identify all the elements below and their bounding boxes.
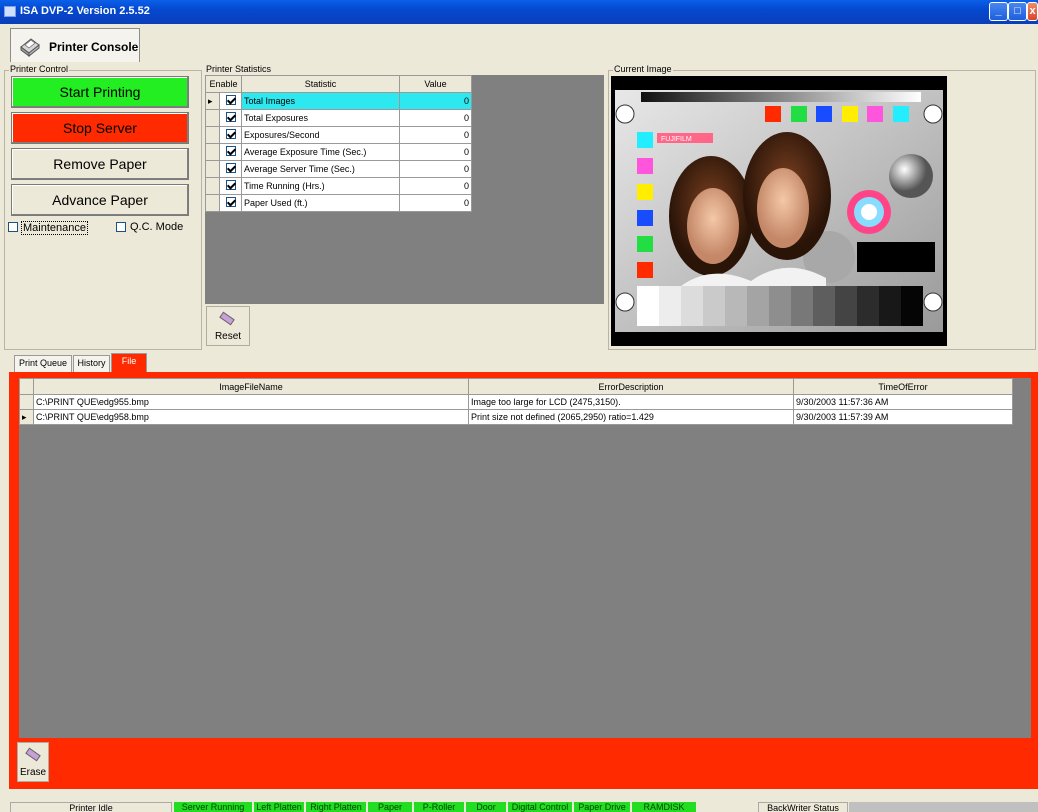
eraser-icon [219,311,235,326]
printer-statistics-title: Printer Statistics [205,64,273,75]
erase-label: Erase [19,767,47,778]
file-errors-grid: ImageFileName ErrorDescription TimeOfErr… [19,378,1031,738]
qc-mode-checkbox[interactable] [116,222,126,232]
row-selector-icon: ▸ [205,92,220,110]
enable-checkbox[interactable] [219,177,242,195]
statistic-header: Statistic [241,75,400,93]
statistic-name: Exposures/Second [241,126,400,144]
minimize-button[interactable]: _ [989,2,1008,21]
statistic-name: Total Images [241,92,400,110]
table-row[interactable]: ▸ C:\PRINT QUE\edg958.bmp Print size not… [19,409,1013,425]
printer-control-group: Printer Control Start Printing Stop Serv… [4,64,202,350]
tab-history[interactable]: History [73,355,110,372]
title-bar: ISA DVP-2 Version 2.5.52 _ □ x [0,0,1038,24]
error-description-header[interactable]: ErrorDescription [468,378,794,395]
printer-status: Printer Idle [10,802,172,812]
table-row[interactable]: Time Running (Hrs.) 0 [205,177,472,195]
error-time-cell: 9/30/2003 11:57:39 AM [793,409,1013,425]
error-time-cell: 9/30/2003 11:57:36 AM [793,394,1013,410]
start-printing-button[interactable]: Start Printing [11,76,189,108]
image-file-name-header[interactable]: ImageFileName [33,378,469,395]
printer-control-title: Printer Control [9,64,70,75]
table-row[interactable]: Paper Used (ft.) 0 [205,194,472,212]
app-icon [4,6,16,17]
backwriter-status: BackWriter Status [758,802,848,812]
error-file-cell: C:\PRINT QUE\edg958.bmp [33,409,469,425]
current-image: FUJIFILM [611,76,947,346]
statistic-value: 0 [399,143,472,161]
status-paper: Paper [368,802,412,812]
eraser-icon [25,747,41,762]
window-title: ISA DVP-2 Version 2.5.52 [20,5,150,17]
table-row[interactable]: C:\PRINT QUE\edg955.bmp Image too large … [19,394,1013,410]
enable-checkbox[interactable] [219,92,242,110]
stop-server-button[interactable]: Stop Server [11,112,189,144]
statistics-grid: Enable Statistic Value ▸ Total Images 0 … [205,75,604,304]
maintenance-checkbox[interactable] [8,222,18,232]
maximize-button[interactable]: □ [1008,2,1027,21]
statistic-value: 0 [399,92,472,110]
logo-text: FUJIFILM [661,136,692,143]
backwriter-progress [849,802,1038,812]
tab-file-errors[interactable]: File Errors [111,353,147,381]
statistic-value: 0 [399,177,472,195]
reset-button[interactable]: Reset [206,306,250,346]
table-row[interactable]: Average Server Time (Sec.) 0 [205,160,472,178]
test-print-image: FUJIFILM [611,76,947,346]
status-paper-drive: Paper Drive [574,802,630,812]
enable-header: Enable [205,75,242,93]
status-left-platten: Left Platten [254,802,304,812]
statistic-value: 0 [399,126,472,144]
enable-checkbox[interactable] [219,194,242,212]
enable-checkbox[interactable] [219,160,242,178]
statistic-name: Average Server Time (Sec.) [241,160,400,178]
enable-checkbox[interactable] [219,109,242,127]
error-file-cell: C:\PRINT QUE\edg955.bmp [33,394,469,410]
table-row[interactable]: Total Exposures 0 [205,109,472,127]
table-row[interactable]: ▸ Total Images 0 [205,92,472,110]
statistics-rows: ▸ Total Images 0 Total Exposures 0 Expos… [205,92,472,212]
statistic-value: 0 [399,194,472,212]
error-description-cell: Print size not defined (2065,2950) ratio… [468,409,794,425]
status-server-running: Server Running [174,802,252,812]
status-p-roller: P-Roller [414,802,464,812]
qc-mode-label: Q.C. Mode [130,221,184,233]
reset-label: Reset [214,331,242,342]
erase-button[interactable]: Erase [17,742,49,782]
printer-icon [20,38,40,57]
status-ramdisk: RAMDISK [632,802,696,812]
tab-print-queue[interactable]: Print Queue [14,355,72,372]
statistic-name: Paper Used (ft.) [241,194,400,212]
enable-checkbox[interactable] [219,143,242,161]
enable-checkbox[interactable] [219,126,242,144]
status-digital-control: Digital Control [508,802,572,812]
statistic-value: 0 [399,109,472,127]
statistic-name: Time Running (Hrs.) [241,177,400,195]
row-selector-icon: ▸ [19,409,34,425]
statistic-name: Total Exposures [241,109,400,127]
printer-console-tab[interactable]: Printer Console [10,28,140,62]
table-row[interactable]: Exposures/Second 0 [205,126,472,144]
table-row[interactable]: Average Exposure Time (Sec.) 0 [205,143,472,161]
status-right-platten: Right Platten [306,802,366,812]
value-header: Value [399,75,472,93]
time-of-error-header[interactable]: TimeOfError [793,378,1013,395]
current-image-title: Current Image [613,64,673,75]
statistic-name: Average Exposure Time (Sec.) [241,143,400,161]
printer-console-label: Printer Console [49,40,139,54]
file-errors-table: ImageFileName ErrorDescription TimeOfErr… [19,378,1013,425]
statistics-table: Enable Statistic Value [205,75,472,93]
close-button[interactable]: x [1027,2,1038,21]
advance-paper-button[interactable]: Advance Paper [11,184,189,216]
error-description-cell: Image too large for LCD (2475,3150). [468,394,794,410]
statistic-value: 0 [399,160,472,178]
status-door: Door [466,802,506,812]
maintenance-label: Maintenance [21,221,88,235]
remove-paper-button[interactable]: Remove Paper [11,148,189,180]
status-bar: Printer Idle Server Running Left Platten… [0,800,1038,812]
